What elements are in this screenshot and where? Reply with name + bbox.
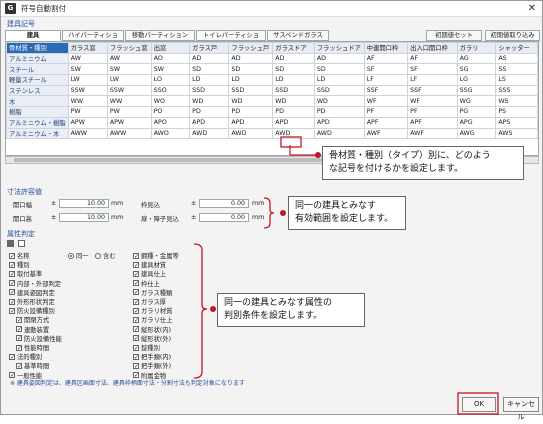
callout-attrs-text: 同一の建具とみなす属性の 判別条件を設定します。 [224, 298, 333, 321]
callout-dot-3 [210, 306, 216, 312]
callout-attrs: 同一の建具とみなす属性の 判別条件を設定します。 [217, 293, 365, 327]
callout-tolerance: 同一の建具とみなす 有効範囲を設定します。 [288, 196, 406, 230]
callout-symbol-text: 骨材質・種別（タイプ）別に、どのよう な記号を付けるかを設定します。 [329, 151, 491, 174]
callout-symbol: 骨材質・種別（タイプ）別に、どのよう な記号を付けるかを設定します。 [322, 146, 524, 180]
ok-highlight-box [457, 392, 499, 415]
bracket-tolerance [263, 197, 275, 229]
callout-dot-2 [280, 210, 286, 216]
highlight-cell-box [280, 136, 302, 148]
callout-tolerance-text: 同一の建具とみなす 有効範囲を設定します。 [295, 201, 394, 224]
bracket-attrs [193, 243, 208, 379]
callout-dot-1 [315, 152, 321, 158]
annotation-overlay [193, 136, 499, 415]
